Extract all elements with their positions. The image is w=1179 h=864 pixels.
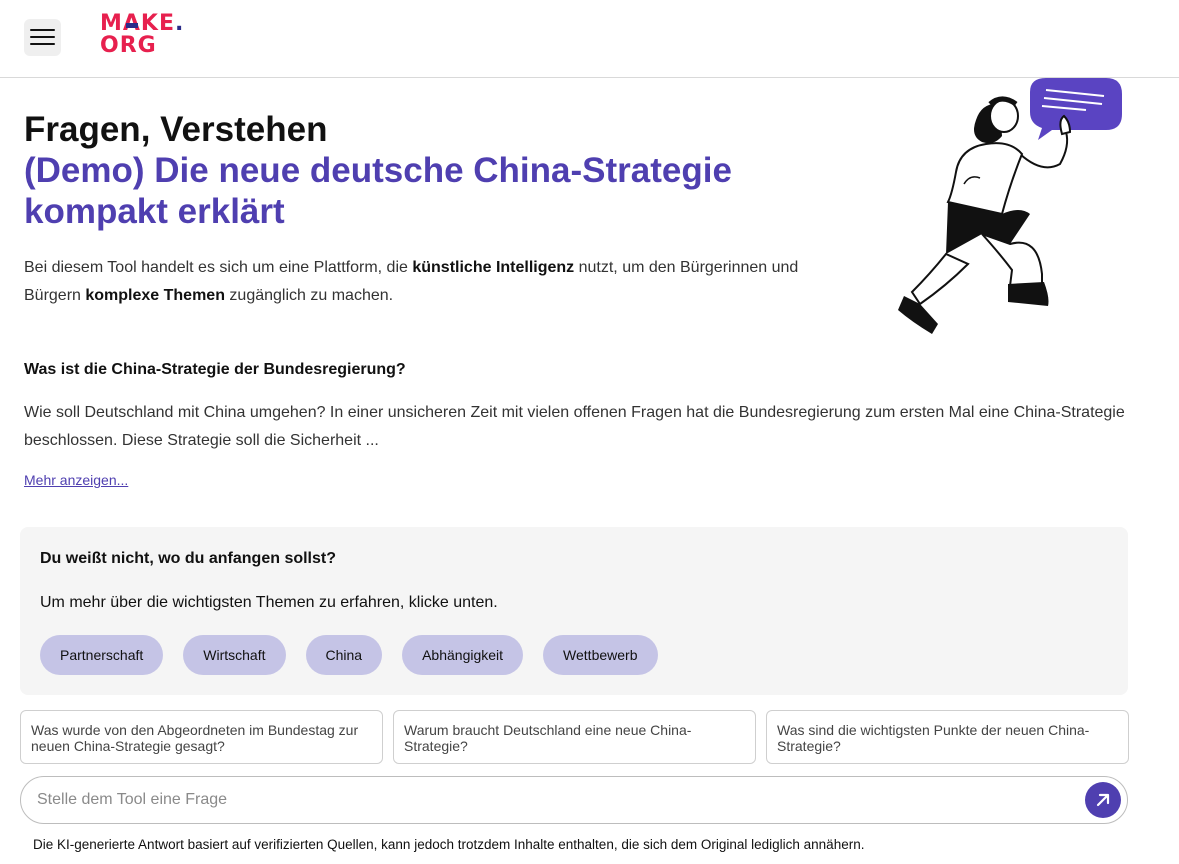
logo-line2: ORG <box>100 33 157 58</box>
topic-chips: Partnerschaft Wirtschaft China Abhängigk… <box>40 635 658 675</box>
ai-disclaimer: Die KI-generierte Antwort basiert auf ve… <box>33 837 865 852</box>
page-title-line1: Fragen, Verstehen <box>24 110 328 149</box>
logo-dot: . <box>175 11 185 36</box>
person-with-speech-bubble-illustration <box>890 74 1130 339</box>
topic-chip-wirtschaft[interactable]: Wirtschaft <box>183 635 286 675</box>
page-title: Fragen, Verstehen (Demo) Die neue deutsc… <box>24 110 824 232</box>
intro-text: Bei diesem Tool handelt es sich um eine … <box>24 254 824 310</box>
suggested-questions: Was wurde von den Abgeordneten im Bundes… <box>20 710 1129 764</box>
make-org-logo[interactable]: MAKE. ORG <box>100 13 190 63</box>
suggested-question-card[interactable]: Was sind die wichtigsten Punkte der neue… <box>766 710 1129 764</box>
page-title-line2: (Demo) Die neue deutsche China-Strategie… <box>24 151 732 231</box>
section-question-title: Was ist die China-Strategie der Bundesre… <box>24 361 406 378</box>
intro-part3: zugänglich zu machen. <box>224 287 394 304</box>
section-question-text: Wie soll Deutschland mit China umgehen? … <box>24 404 1125 449</box>
show-more-link[interactable]: Mehr anzeigen... <box>24 472 128 488</box>
question-input[interactable] <box>37 777 1077 823</box>
topic-chip-china[interactable]: China <box>305 635 383 675</box>
intro-part1: Bei diesem Tool handelt es sich um eine … <box>24 259 413 276</box>
arrow-up-right-icon <box>1096 793 1110 807</box>
send-button[interactable] <box>1085 782 1121 818</box>
topic-starter-text: Um mehr über die wichtigsten Themen zu e… <box>40 594 498 611</box>
question-input-bar <box>20 776 1128 824</box>
topic-starter-heading: Du weißt nicht, wo du anfangen sollst? <box>40 550 336 567</box>
logo-accent-bar <box>126 23 138 28</box>
suggested-question-card[interactable]: Warum braucht Deutschland eine neue Chin… <box>393 710 756 764</box>
intro-bold1: künstliche Intelligenz <box>412 259 575 276</box>
topic-chip-partnerschaft[interactable]: Partnerschaft <box>40 635 164 675</box>
topic-chip-wettbewerb[interactable]: Wettbewerb <box>543 635 658 675</box>
suggested-question-card[interactable]: Was wurde von den Abgeordneten im Bundes… <box>20 710 383 764</box>
top-bar: MAKE. ORG <box>0 0 1179 78</box>
topic-starter-panel: Du weißt nicht, wo du anfangen sollst? U… <box>20 527 1128 695</box>
topic-chip-abhaengigkeit[interactable]: Abhängigkeit <box>402 635 524 675</box>
hamburger-menu-icon[interactable] <box>24 19 61 56</box>
intro-bold2: komplexe Themen <box>85 287 225 304</box>
